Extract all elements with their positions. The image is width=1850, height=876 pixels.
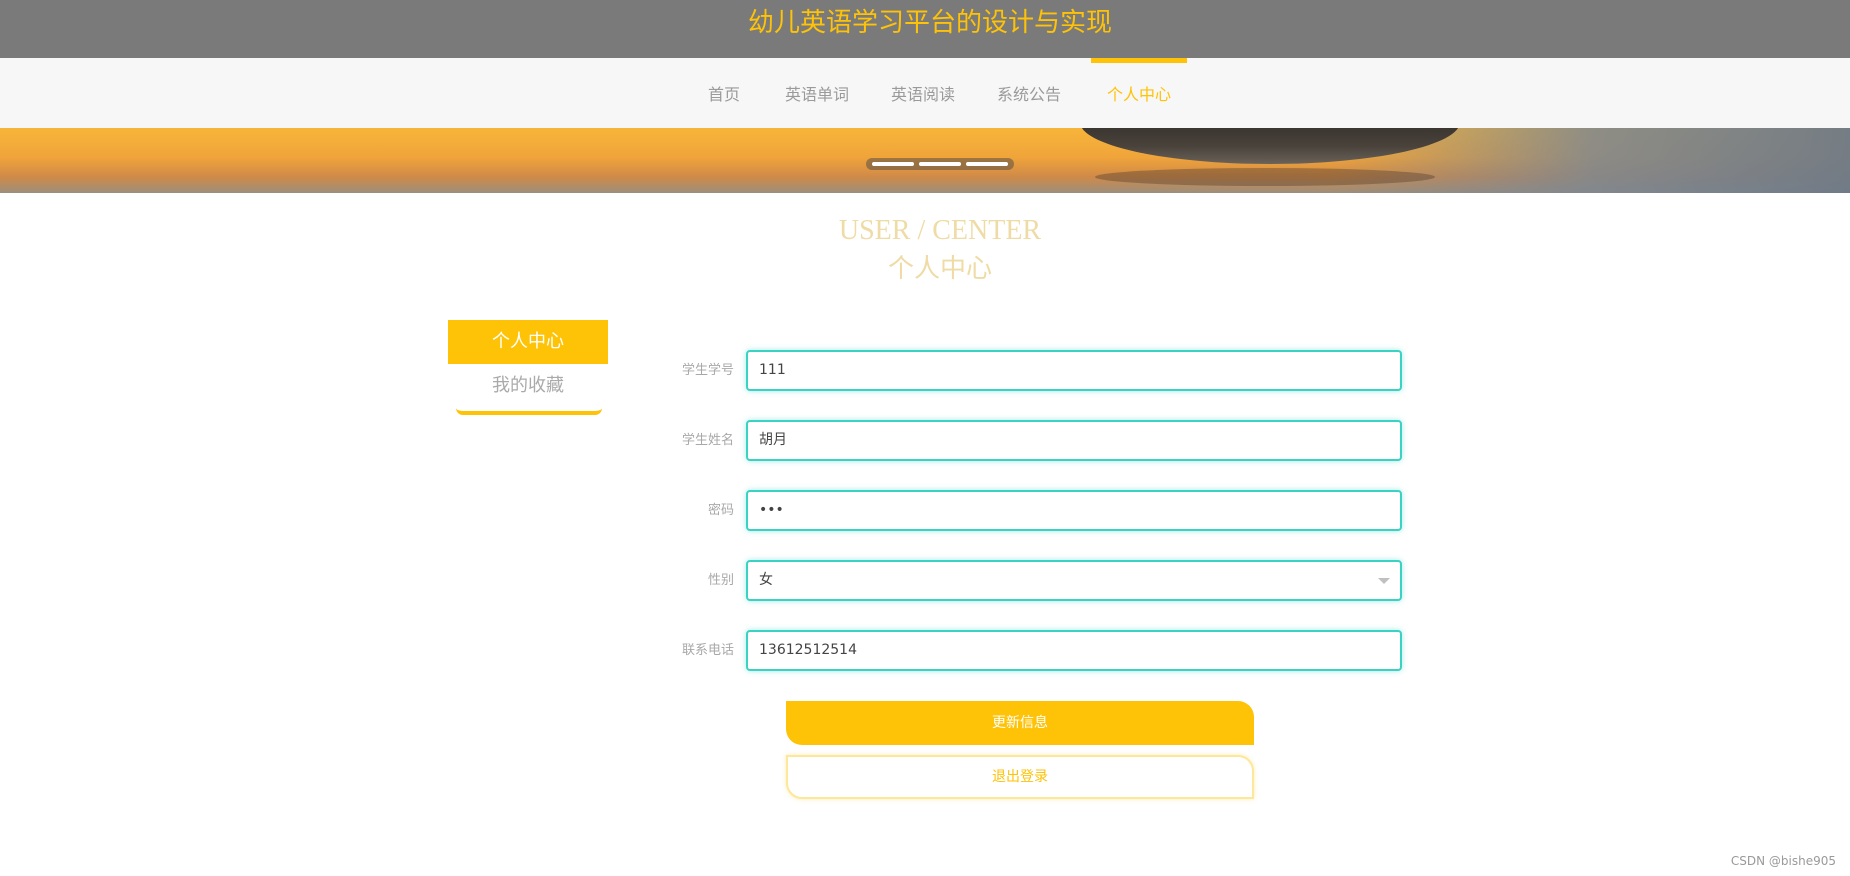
side-item-my-favorites[interactable]: 我的收藏 [448, 364, 608, 408]
nav-item-english-words[interactable]: 英语单词 [783, 58, 851, 128]
nav-item-user-center[interactable]: 个人中心 [1091, 58, 1187, 128]
side-item-user-center[interactable]: 个人中心 [448, 320, 608, 364]
carousel-dot-3[interactable] [966, 162, 1008, 166]
form-row-student-id: 学生学号 111 [660, 349, 1402, 393]
student-id-input[interactable]: 111 [746, 350, 1402, 391]
carousel-dot-2[interactable] [919, 162, 961, 166]
student-id-label: 学生学号 [681, 363, 734, 378]
nav-item-announcements[interactable]: 系统公告 [995, 58, 1063, 128]
gender-label: 性别 [707, 573, 734, 588]
form-row-gender: 性别 女 [660, 559, 1402, 603]
banner-carousel [0, 128, 1850, 193]
update-info-button[interactable]: 更新信息 [786, 701, 1254, 745]
nav-item-english-reading[interactable]: 英语阅读 [889, 58, 957, 128]
section-title-cn: 个人中心 [887, 254, 992, 284]
form-row-student-name: 学生姓名 胡月 [660, 419, 1402, 463]
logout-button[interactable]: 退出登录 [786, 755, 1254, 799]
form-row-password: 密码 ••• [660, 489, 1402, 533]
carousel-dot-1[interactable] [872, 162, 914, 166]
side-menu-underline [456, 408, 602, 415]
carousel-indicators [866, 158, 1014, 170]
phone-label: 联系电话 [681, 643, 734, 658]
side-menu: 个人中心 我的收藏 [448, 320, 610, 415]
student-name-label: 学生姓名 [681, 433, 734, 448]
password-input[interactable]: ••• [746, 490, 1402, 531]
site-title: 幼儿英语学习平台的设计与实现 [747, 8, 1112, 38]
gender-select[interactable]: 女 [746, 560, 1402, 601]
form-row-phone: 联系电话 13612512514 [660, 629, 1402, 673]
student-name-input[interactable]: 胡月 [746, 420, 1402, 461]
gender-select-value: 女 [759, 572, 773, 588]
watermark: CSDN @bishe905 [1730, 854, 1836, 868]
banner-boat-reflection [1095, 168, 1435, 186]
chevron-down-icon[interactable] [1378, 578, 1390, 584]
phone-input[interactable]: 13612512514 [746, 630, 1402, 671]
top-nav: 首页 英语单词 英语阅读 系统公告 个人中心 [0, 58, 1850, 128]
nav-item-home[interactable]: 首页 [700, 58, 748, 128]
section-title-en: USER / CENTER [838, 215, 1042, 246]
site-header: 幼儿英语学习平台的设计与实现 [0, 0, 1850, 58]
password-label: 密码 [707, 503, 734, 518]
